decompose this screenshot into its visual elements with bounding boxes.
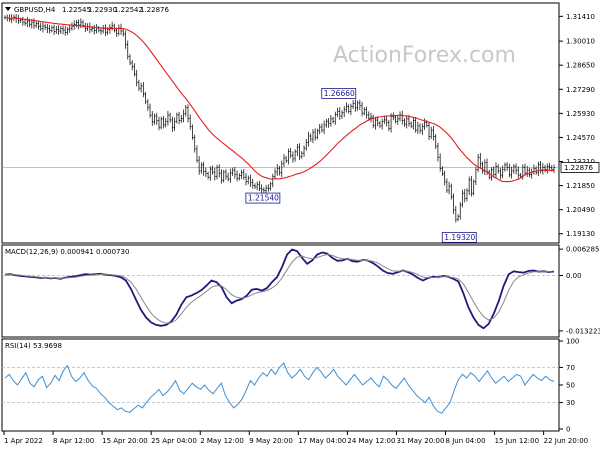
price-tick-label: 1.31410 xyxy=(566,13,595,21)
level-label: 1.21540 xyxy=(248,194,279,203)
rsi-tick-label: 100 xyxy=(566,338,579,346)
price-tick-label: 1.28650 xyxy=(566,62,595,70)
time-tick-label: 8 Jun 04:00 xyxy=(446,437,486,445)
level-label: 1.26660 xyxy=(324,89,355,98)
price-tick-label: 1.24570 xyxy=(566,134,595,142)
time-tick-label: 2 May 12:00 xyxy=(200,437,244,445)
macd-tick-label: -0.013223 xyxy=(566,327,600,335)
ohlc-close: 1.22876 xyxy=(140,6,169,14)
level-label: 1.19320 xyxy=(444,233,475,242)
time-tick-label: 1 Apr 2022 xyxy=(4,437,43,445)
time-tick-label: 15 Jun 12:00 xyxy=(495,437,539,445)
price-title: GBPUSD,H4 1.22545 1.22930 1.22542 1.2287… xyxy=(5,6,169,14)
watermark: ActionForex.com xyxy=(333,43,516,68)
price-tick-label: 1.25930 xyxy=(566,110,595,118)
rsi-title: RSI(14) 53.9698 xyxy=(5,342,62,350)
current-price-label: 1.22876 xyxy=(564,164,593,172)
rsi-panel xyxy=(1,338,560,432)
price-panel xyxy=(1,2,560,244)
rsi-tick-label: 30 xyxy=(566,399,575,407)
time-tick-label: 31 May 20:00 xyxy=(396,437,444,445)
macd-tick-label: 0.00 xyxy=(566,272,582,280)
time-tick-label: 8 Apr 12:00 xyxy=(53,437,94,445)
macd-tick-label: 0.006285 xyxy=(566,246,599,254)
rsi-tick-label: 0 xyxy=(566,426,570,434)
time-tick-label: 24 May 12:00 xyxy=(347,437,395,445)
time-tick-label: 25 Apr 04:00 xyxy=(151,437,197,445)
rsi-tick-label: 70 xyxy=(566,364,575,372)
ohlc-low: 1.22542 xyxy=(114,6,143,14)
price-tick-label: 1.30010 xyxy=(566,38,595,46)
time-tick-label: 9 May 20:00 xyxy=(249,437,293,445)
macd-title: MACD(12,26,9) 0.000941 0.000730 xyxy=(5,248,129,256)
ohlc-open: 1.22545 xyxy=(62,6,91,14)
price-tick-label: 1.20490 xyxy=(566,206,595,214)
price-tick-label: 1.27290 xyxy=(566,86,595,94)
rsi-tick-label: 50 xyxy=(566,382,575,390)
price-tick-label: 1.21850 xyxy=(566,182,595,190)
ohlc-high: 1.22930 xyxy=(88,6,117,14)
time-axis: 1 Apr 2022 8 Apr 12:00 15 Apr 20:00 25 Apr … xyxy=(3,431,588,445)
time-tick-label: 17 May 04:00 xyxy=(298,437,346,445)
macd-panel xyxy=(1,244,560,338)
chart-canvas: ActionForex.com GBPUSD,H4 1.22545 1.2293… xyxy=(1,2,600,445)
time-tick-label: 15 Apr 20:00 xyxy=(102,437,148,445)
price-tick-label: 1.19130 xyxy=(566,230,595,238)
time-tick-label: 22 Jun 20:00 xyxy=(544,437,588,445)
price-title-label: GBPUSD,H4 xyxy=(14,6,56,14)
